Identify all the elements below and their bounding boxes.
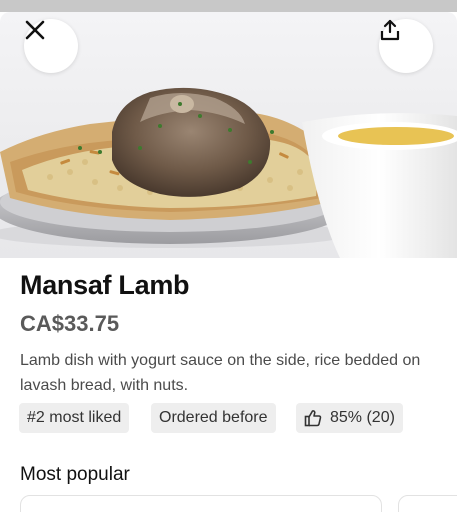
option-card[interactable] (398, 495, 457, 512)
rating-label: 85% (20) (330, 409, 395, 426)
item-photo (0, 12, 457, 258)
section-title: Most popular (20, 464, 130, 485)
ordered-before-label: Ordered before (159, 409, 268, 426)
close-icon (25, 20, 45, 40)
rating-badge: 85% (20) (296, 403, 403, 433)
item-description: Lamb dish with yogurt sauce on the side,… (20, 352, 421, 394)
option-card[interactable] (20, 495, 382, 512)
item-price: CA$33.75 (20, 311, 120, 336)
share-button[interactable] (379, 19, 433, 73)
item-title: Mansaf Lamb (20, 270, 190, 300)
share-icon (380, 19, 400, 41)
most-liked-label: #2 most liked (27, 409, 122, 426)
ordered-before-badge: Ordered before (151, 403, 276, 433)
item-detail-page: Mansaf Lamb CA$33.75 Lamb dish with yogu… (0, 0, 457, 512)
item-sheet (0, 12, 457, 512)
thumbs-up-icon (304, 410, 322, 427)
close-button[interactable] (24, 19, 78, 73)
backdrop-strip (0, 0, 457, 12)
most-liked-badge: #2 most liked (19, 403, 130, 433)
